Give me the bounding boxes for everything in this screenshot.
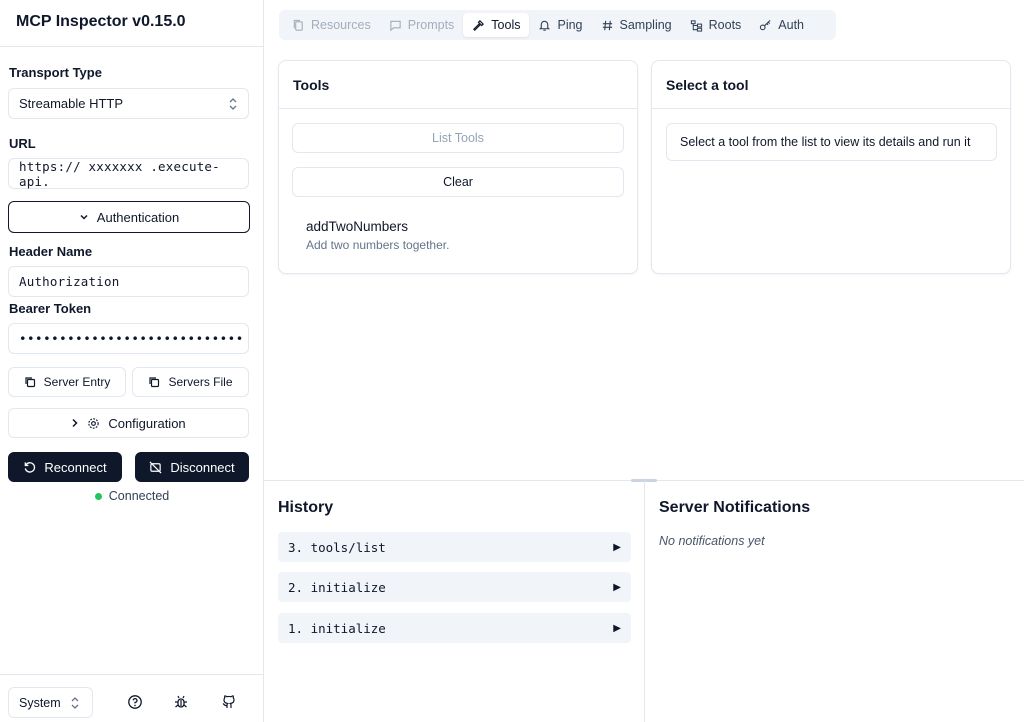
tab-ping[interactable]: Ping bbox=[529, 13, 591, 37]
tools-card: Tools List Tools Clear addTwoNumbers Add… bbox=[278, 60, 638, 274]
server-entry-button[interactable]: Server Entry bbox=[8, 367, 126, 397]
tool-detail-card: Select a tool Select a tool from the lis… bbox=[651, 60, 1011, 274]
tab-roots[interactable]: Roots bbox=[681, 13, 751, 37]
expand-arrow-icon: ▶ bbox=[613, 622, 621, 634]
copy-icon bbox=[149, 377, 160, 388]
bearer-token-label: Bearer Token bbox=[9, 301, 92, 316]
tab-prompts[interactable]: Prompts bbox=[380, 13, 464, 37]
main-tabs: Resources Prompts Tools Ping Sampling Ro… bbox=[279, 10, 836, 40]
tab-label: Prompts bbox=[407, 18, 455, 32]
select-tool-hint: Select a tool from the list to view its … bbox=[666, 123, 997, 161]
theme-value: System bbox=[19, 695, 61, 710]
expand-arrow-icon: ▶ bbox=[613, 541, 621, 553]
rotate-ccw-icon bbox=[25, 461, 36, 473]
tools-card-title: Tools bbox=[279, 61, 637, 109]
servers-file-label: Servers File bbox=[168, 375, 233, 389]
tab-resources[interactable]: Resources bbox=[283, 13, 380, 37]
chevron-down-icon bbox=[80, 214, 88, 220]
transport-type-label: Transport Type bbox=[9, 65, 102, 80]
reconnect-label: Reconnect bbox=[44, 459, 107, 475]
tab-label: Tools bbox=[491, 18, 521, 32]
tool-name: addTwoNumbers bbox=[306, 219, 409, 234]
bug-icon[interactable] bbox=[173, 694, 189, 710]
disconnect-button[interactable]: Disconnect bbox=[135, 452, 249, 482]
bearer-token-input[interactable]: •••••••••••••••••••••••••••• bbox=[8, 323, 249, 354]
hammer-icon bbox=[473, 19, 485, 31]
header-name-input[interactable]: Authorization bbox=[8, 266, 249, 297]
configuration-toggle-button[interactable]: Configuration bbox=[8, 408, 249, 438]
sidebar: MCP Inspector v0.15.0 Transport Type Str… bbox=[0, 0, 264, 722]
reconnect-button[interactable]: Reconnect bbox=[8, 452, 122, 482]
tab-label: Auth bbox=[778, 18, 805, 32]
authentication-label: Authentication bbox=[96, 209, 180, 225]
disconnect-label: Disconnect bbox=[170, 459, 235, 475]
copy-icon bbox=[25, 377, 35, 388]
tab-sampling[interactable]: Sampling bbox=[592, 13, 681, 37]
bell-icon bbox=[539, 20, 551, 31]
list-tools-button[interactable]: List Tools bbox=[292, 123, 624, 153]
theme-select[interactable]: System bbox=[8, 687, 93, 718]
tab-label: Ping bbox=[557, 18, 583, 32]
tab-tools[interactable]: Tools bbox=[463, 13, 530, 37]
transport-type-select[interactable]: Streamable HTTP bbox=[8, 88, 249, 119]
sidebar-footer: System bbox=[0, 674, 264, 722]
history-item[interactable]: 1. initialize ▶ bbox=[278, 613, 631, 643]
message-icon bbox=[390, 20, 401, 31]
configuration-label: Configuration bbox=[108, 415, 186, 431]
tab-label: Roots bbox=[708, 18, 742, 32]
url-input[interactable]: https:// xxxxxxx .execute-api. bbox=[8, 158, 249, 189]
help-circle-icon[interactable] bbox=[127, 694, 143, 710]
folder-tree-icon bbox=[690, 19, 702, 32]
notifications-empty: No notifications yet bbox=[659, 534, 765, 548]
plug-off-icon bbox=[149, 461, 162, 473]
tool-list-item[interactable]: addTwoNumbers Add two numbers together. bbox=[306, 219, 449, 252]
chevron-right-icon bbox=[72, 418, 78, 428]
notifications-title: Server Notifications bbox=[659, 499, 811, 516]
tool-detail-title: Select a tool bbox=[652, 61, 1010, 109]
url-label: URL bbox=[9, 136, 36, 151]
history-item-label: 2. initialize bbox=[288, 579, 386, 595]
key-icon bbox=[760, 19, 771, 30]
bottom-panels: History 3. tools/list ▶ 2. initialize ▶ … bbox=[264, 479, 1024, 722]
connection-status: Connected bbox=[0, 489, 264, 503]
tool-description: Add two numbers together. bbox=[306, 238, 450, 252]
chevrons-up-down-icon bbox=[71, 697, 79, 709]
history-item-label: 1. initialize bbox=[288, 620, 386, 636]
files-icon bbox=[293, 19, 303, 31]
header-name-label: Header Name bbox=[9, 244, 93, 259]
tab-label: Sampling bbox=[619, 18, 672, 32]
history-item[interactable]: 3. tools/list ▶ bbox=[278, 532, 631, 562]
hash-icon bbox=[602, 20, 612, 30]
history-title: History bbox=[278, 499, 334, 516]
expand-arrow-icon: ▶ bbox=[613, 581, 621, 593]
clear-button[interactable]: Clear bbox=[292, 167, 624, 197]
history-panel: History 3. tools/list ▶ 2. initialize ▶ … bbox=[264, 481, 645, 722]
servers-file-button[interactable]: Servers File bbox=[132, 367, 249, 397]
tab-label: Resources bbox=[311, 18, 371, 32]
server-entry-label: Server Entry bbox=[43, 375, 111, 389]
status-dot bbox=[94, 492, 102, 500]
history-item-label: 3. tools/list bbox=[288, 539, 386, 555]
transport-type-value: Streamable HTTP bbox=[19, 96, 124, 111]
gear-icon bbox=[88, 417, 100, 429]
tab-auth[interactable]: Auth bbox=[750, 13, 813, 37]
chevrons-up-down-icon bbox=[229, 98, 237, 110]
authentication-toggle-button[interactable]: Authentication bbox=[8, 201, 250, 233]
status-text: Connected bbox=[108, 489, 170, 503]
github-icon[interactable] bbox=[221, 694, 237, 710]
app-title: MCP Inspector v0.15.0 bbox=[0, 0, 263, 47]
history-item[interactable]: 2. initialize ▶ bbox=[278, 572, 631, 602]
